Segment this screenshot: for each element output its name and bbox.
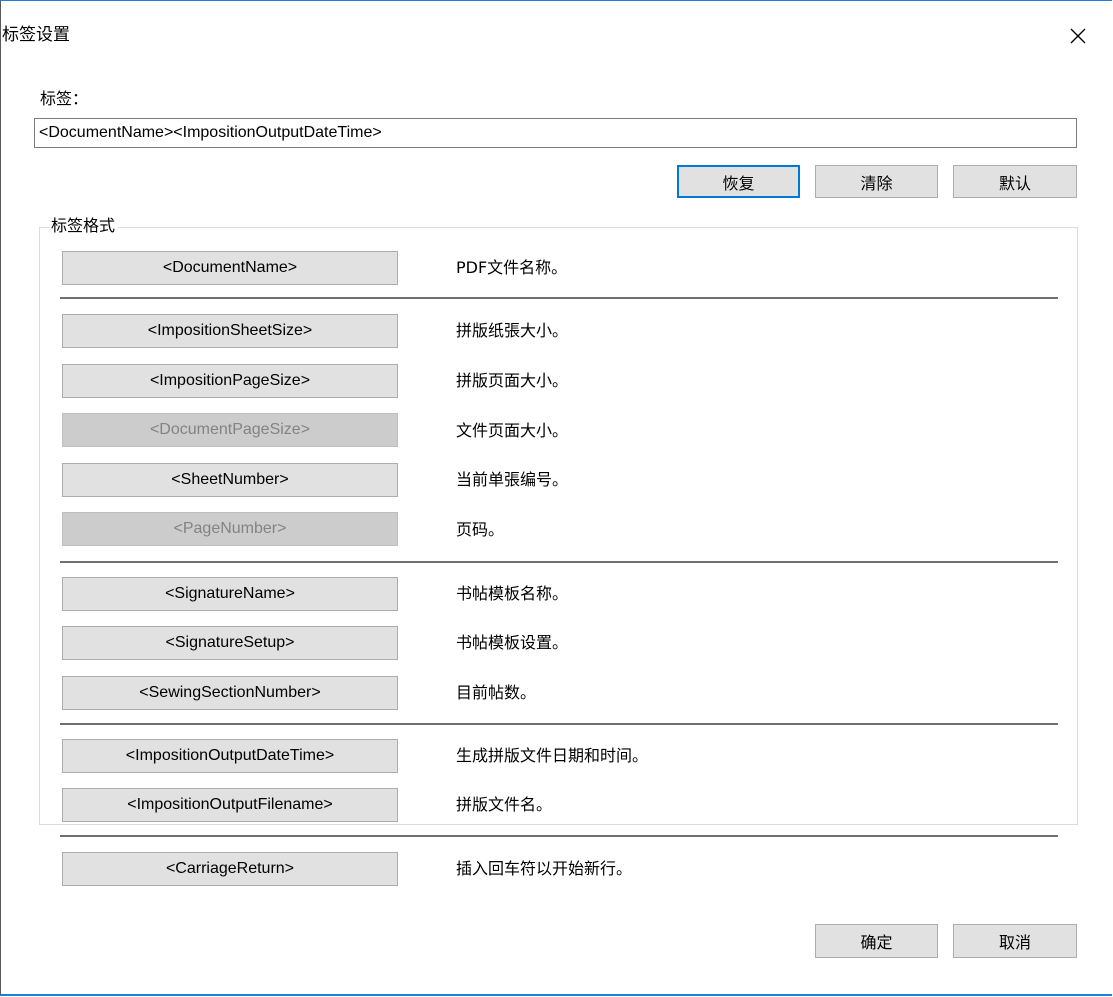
tag-button-page-number: <PageNumber> — [62, 512, 398, 546]
tag-description: 拼版页面大小。 — [456, 371, 569, 390]
tag-button-signature-setup[interactable]: <SignatureSetup> — [62, 626, 398, 660]
tag-button-document-name[interactable]: <DocumentName> — [62, 251, 398, 285]
restore-button-label: 恢复 — [722, 173, 755, 193]
tag-button-imposition-output-filename[interactable]: <ImpositionOutputFilename> — [62, 788, 398, 822]
tag-description: 目前帖数。 — [456, 683, 537, 702]
tag-button-label: <ImpositionPageSize> — [149, 372, 311, 389]
tag-button-label: <ImpositionOutputDateTime> — [125, 747, 335, 764]
tag-description: PDF文件名称。 — [456, 258, 568, 277]
tag-button-label: <ImpositionOutputFilename> — [127, 796, 333, 813]
tag-button-carriage-return[interactable]: <CarriageReturn> — [62, 852, 398, 886]
label-input[interactable] — [34, 118, 1077, 148]
tag-description: 拼版文件名。 — [456, 795, 553, 814]
tag-button-label: <ImpositionSheetSize> — [147, 322, 313, 339]
clear-button[interactable]: 清除 — [815, 165, 938, 198]
clear-button-label: 清除 — [860, 173, 893, 193]
tag-description: 当前单張编号。 — [456, 470, 569, 489]
tag-description: 插入回车符以开始新行。 — [456, 859, 633, 878]
default-button-label: 默认 — [998, 173, 1031, 193]
tag-description: 生成拼版文件日期和时间。 — [456, 746, 649, 765]
close-button[interactable] — [1063, 23, 1093, 49]
separator — [60, 297, 1058, 299]
tag-button-label: <SheetNumber> — [171, 471, 289, 488]
default-button[interactable]: 默认 — [953, 165, 1077, 198]
tag-button-imposition-page-size[interactable]: <ImpositionPageSize> — [62, 364, 398, 398]
tag-button-sheet-number[interactable]: <SheetNumber> — [62, 463, 398, 497]
ok-button[interactable]: 确定 — [815, 924, 938, 958]
tag-button-document-page-size: <DocumentPageSize> — [62, 413, 398, 447]
tag-button-label: <PageNumber> — [173, 520, 287, 537]
cancel-button-label: 取消 — [998, 933, 1031, 952]
tag-button-signature-name[interactable]: <SignatureName> — [62, 577, 398, 611]
label-field-caption: 标签： — [40, 89, 89, 108]
tag-button-label: <SignatureName> — [165, 585, 295, 602]
tag-description: 书帖模板设置。 — [456, 633, 569, 652]
label-settings-dialog: 标签设置 标签： 恢复 清除 默认 标签格式 <DocumentName> PD… — [0, 0, 1112, 996]
tag-description: 拼版纸張大小。 — [456, 321, 569, 340]
tag-button-imposition-output-date-time[interactable]: <ImpositionOutputDateTime> — [62, 739, 398, 773]
tag-description: 页码。 — [456, 520, 505, 539]
tag-format-legend: 标签格式 — [50, 216, 119, 236]
tag-button-imposition-sheet-size[interactable]: <ImpositionSheetSize> — [62, 314, 398, 348]
title-bar: 标签设置 — [1, 1, 1113, 45]
ok-button-label: 确定 — [860, 933, 893, 952]
restore-button[interactable]: 恢复 — [677, 165, 800, 198]
tag-button-label: <DocumentPageSize> — [149, 421, 311, 438]
cancel-button[interactable]: 取消 — [953, 924, 1077, 958]
separator — [60, 835, 1058, 837]
tag-button-label: <DocumentName> — [162, 259, 298, 276]
separator — [60, 723, 1058, 725]
tag-button-sewing-section-number[interactable]: <SewingSectionNumber> — [62, 676, 398, 710]
separator — [60, 561, 1058, 563]
tag-button-label: <SewingSectionNumber> — [139, 684, 321, 701]
tag-description: 文件页面大小。 — [456, 421, 569, 440]
tag-button-label: <SignatureSetup> — [165, 634, 295, 651]
dialog-title: 标签设置 — [2, 25, 70, 45]
tag-button-label: <CarriageReturn> — [165, 860, 295, 877]
close-icon — [1070, 28, 1086, 44]
tag-description: 书帖模板名称。 — [456, 584, 569, 603]
